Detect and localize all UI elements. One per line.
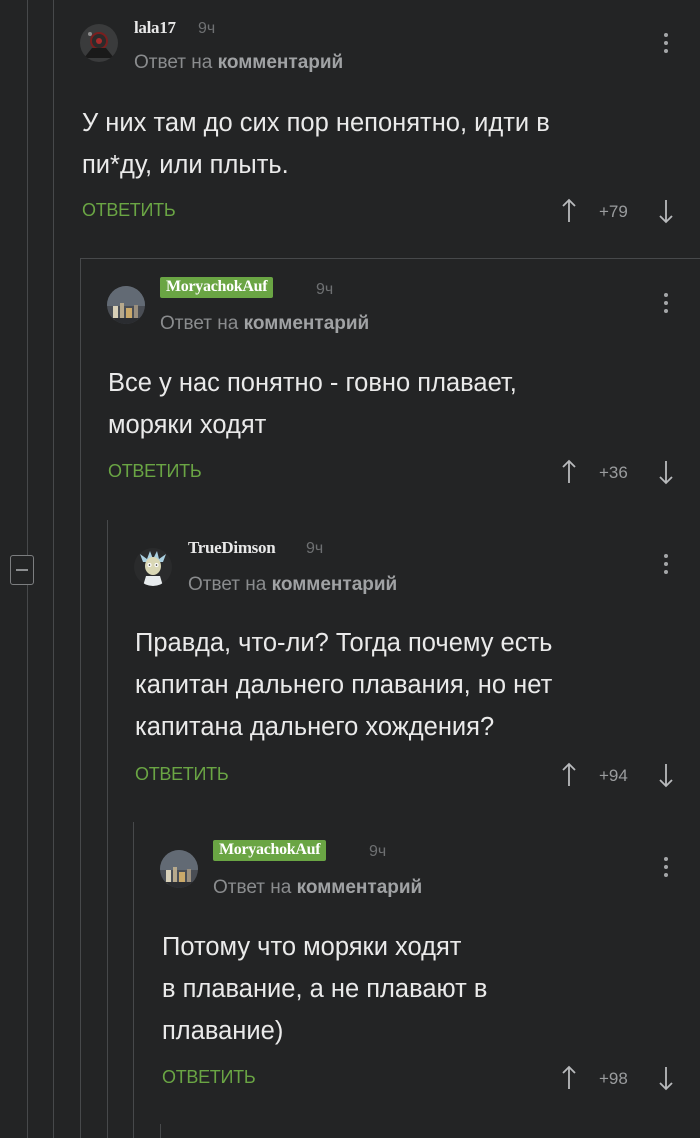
- upvote-arrow-icon[interactable]: [562, 1065, 576, 1091]
- night-city-avatar-icon: [160, 850, 198, 888]
- reply-to-prefix: Ответ на: [134, 52, 213, 73]
- upvote-arrow-icon[interactable]: [562, 762, 576, 788]
- comment-menu-icon[interactable]: [663, 554, 669, 580]
- reply-to-line: Ответ на комментарий: [188, 574, 397, 596]
- vote-block: +94: [562, 762, 680, 788]
- reply-button[interactable]: ОТВЕТИТЬ: [135, 764, 229, 785]
- vote-score: +94: [599, 766, 628, 785]
- username-badge[interactable]: MoryachokAuf: [160, 277, 274, 298]
- vote-score: +79: [599, 202, 628, 221]
- comment-time: 9ч: [369, 843, 387, 860]
- comment-line: Правда, что-ли? Тогда почему есть: [135, 629, 553, 657]
- reply-to-line: Ответ на комментарий: [160, 313, 369, 335]
- comment-line: Все у нас понятно - говно плавает,: [108, 369, 517, 397]
- vote-score: +98: [599, 1069, 628, 1088]
- username[interactable]: TrueDimson: [188, 538, 276, 558]
- comment-line: плавание): [162, 1017, 284, 1045]
- reply-to-line: Ответ на комментарий: [134, 52, 343, 74]
- comment-line: в плавание, а не плавают в: [162, 975, 488, 1003]
- vote-block: +36: [562, 459, 680, 485]
- avatar[interactable]: [160, 850, 198, 888]
- cartoon-scientist-avatar-icon: [134, 548, 172, 586]
- night-city-avatar-icon: [107, 286, 145, 324]
- upvote-arrow-icon[interactable]: [562, 198, 576, 224]
- comment-line: Потому что моряки ходят: [162, 933, 462, 961]
- comment-line: капитан дальнего плавания, но нет: [135, 671, 553, 699]
- downvote-arrow-icon[interactable]: [659, 1065, 673, 1091]
- thread-line: [107, 520, 108, 1138]
- reply-button[interactable]: ОТВЕТИТЬ: [162, 1067, 256, 1088]
- reply-to-link[interactable]: комментарий: [297, 877, 423, 898]
- thread-line: [53, 0, 54, 1138]
- comment-time: 9ч: [306, 540, 324, 557]
- comment-time: 9ч: [316, 281, 334, 298]
- thread-line: [160, 1124, 161, 1138]
- reply-to-prefix: Ответ на: [213, 877, 292, 898]
- avatar[interactable]: [80, 24, 118, 62]
- username[interactable]: lala17: [134, 18, 176, 38]
- reply-button[interactable]: ОТВЕТИТЬ: [108, 461, 202, 482]
- vote-block: +98: [562, 1065, 680, 1091]
- reply-to-link[interactable]: комментарий: [272, 574, 398, 595]
- upvote-arrow-icon[interactable]: [562, 459, 576, 485]
- comment-line: капитана дальнего хождения?: [135, 713, 495, 741]
- thread-line: [133, 822, 134, 1138]
- vote-score: +36: [599, 463, 628, 482]
- downvote-arrow-icon[interactable]: [659, 459, 673, 485]
- collapse-thread-button[interactable]: [10, 555, 34, 585]
- vote-block: +79: [562, 198, 680, 224]
- comment-menu-icon[interactable]: [663, 857, 669, 883]
- comment-menu-icon[interactable]: [663, 293, 669, 319]
- comment-line: моряки ходят: [108, 411, 267, 439]
- comment-line: У них там до сих пор непонятно, идти в: [82, 109, 550, 137]
- comment-thread: lala17 9ч Ответ на комментарий У них там…: [0, 0, 700, 1138]
- comment-menu-icon[interactable]: [663, 33, 669, 59]
- comment-line: пи*ду, или плыть.: [82, 151, 289, 179]
- comment-time: 9ч: [198, 20, 216, 37]
- reply-to-prefix: Ответ на: [160, 313, 239, 334]
- downvote-arrow-icon[interactable]: [659, 762, 673, 788]
- avatar[interactable]: [107, 286, 145, 324]
- dark-red-avatar-icon: [80, 24, 118, 62]
- reply-button[interactable]: ОТВЕТИТЬ: [82, 200, 176, 221]
- reply-to-line: Ответ на комментарий: [213, 877, 422, 899]
- thread-corner: [80, 258, 700, 259]
- thread-line: [80, 258, 81, 1138]
- reply-to-prefix: Ответ на: [188, 574, 267, 595]
- reply-to-link[interactable]: комментарий: [218, 52, 344, 73]
- avatar[interactable]: [134, 548, 172, 586]
- reply-to-link[interactable]: комментарий: [244, 313, 370, 334]
- username-badge[interactable]: MoryachokAuf: [213, 840, 327, 861]
- downvote-arrow-icon[interactable]: [659, 198, 673, 224]
